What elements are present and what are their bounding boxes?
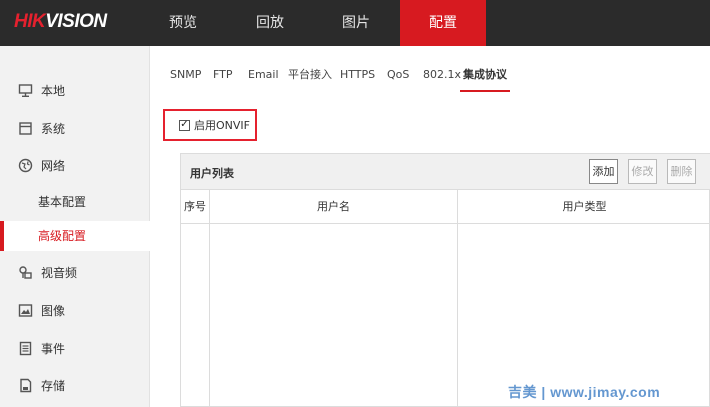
top-nav-bar: HIKVISION 预览 回放 图片 配置: [0, 0, 710, 46]
enable-onvif-checkbox[interactable]: ✓: [179, 119, 190, 131]
monitor-icon: [17, 82, 33, 98]
column-header-index: 序号: [181, 190, 210, 224]
user-list-header: 用户列表 添加 修改 删除: [181, 154, 710, 190]
sidebar-subitem-basic-config[interactable]: 基本配置: [0, 187, 150, 217]
user-list-title: 用户列表: [190, 167, 234, 180]
tab-email[interactable]: Email: [248, 58, 279, 92]
sidebar-item-label: 视音频: [41, 265, 78, 280]
storage-icon: [17, 377, 33, 393]
sidebar-item-label: 网络: [41, 158, 66, 173]
event-icon: [17, 340, 33, 356]
tab-ftp[interactable]: FTP: [213, 58, 233, 92]
column-divider: [209, 224, 210, 407]
nav-tab-preview[interactable]: 预览: [150, 0, 216, 46]
sidebar-item-event[interactable]: 事件: [0, 333, 150, 363]
sidebar-item-label: 事件: [41, 341, 66, 356]
site-watermark: 吉美 | www.jimay.com: [508, 384, 661, 400]
user-list-panel: 用户列表 添加 修改 删除 序号 用户名 用户类型: [180, 153, 710, 407]
sidebar-item-network[interactable]: 网络: [0, 150, 150, 180]
globe-icon: [17, 157, 33, 173]
network-advanced-tabs: SNMP FTP Email 平台接入 HTTPS QoS 802.1x 集成协…: [160, 58, 710, 92]
onvif-highlight-box: ✓ 启用ONVIF: [163, 109, 257, 141]
tab-platform-access[interactable]: 平台接入: [288, 58, 332, 92]
nav-tab-configuration[interactable]: 配置: [400, 0, 486, 46]
sidebar-item-label: 存储: [41, 378, 66, 393]
logo-part-red: HIK: [14, 11, 46, 32]
modify-user-button[interactable]: 修改: [628, 159, 657, 184]
sidebar-subitem-advanced-config[interactable]: 高级配置: [0, 221, 150, 251]
delete-user-button[interactable]: 删除: [667, 159, 696, 184]
tab-qos[interactable]: QoS: [387, 58, 409, 92]
tab-snmp[interactable]: SNMP: [170, 58, 201, 92]
sidebar-item-local[interactable]: 本地: [0, 75, 150, 105]
sidebar-item-storage[interactable]: 存储: [0, 370, 150, 400]
column-header-username: 用户名: [210, 190, 458, 224]
tab-8021x[interactable]: 802.1x: [423, 58, 461, 92]
nav-tab-picture[interactable]: 图片: [314, 0, 398, 46]
system-icon: [17, 120, 33, 136]
tab-https[interactable]: HTTPS: [340, 58, 375, 92]
check-mark-icon: ✓: [180, 119, 189, 130]
enable-onvif-label: 启用ONVIF: [194, 119, 250, 132]
sidebar-item-label: 图像: [41, 303, 66, 318]
hikvision-logo: HIKVISION: [14, 11, 107, 33]
config-sidebar: 本地 系统 网络 基本配置 高级配置 视音频 图像 事件 存储: [0, 46, 150, 407]
column-header-user-type: 用户类型: [458, 190, 710, 224]
sidebar-item-image[interactable]: 图像: [0, 295, 150, 325]
column-divider: [457, 224, 458, 407]
image-icon: [17, 302, 33, 318]
sidebar-item-label: 系统: [41, 121, 66, 136]
sidebar-item-system[interactable]: 系统: [0, 113, 150, 143]
logo-part-white: VISION: [45, 11, 107, 32]
sidebar-item-video-audio[interactable]: 视音频: [0, 257, 150, 287]
add-user-button[interactable]: 添加: [589, 159, 618, 184]
sidebar-item-label: 本地: [41, 83, 66, 98]
tab-integration-protocol[interactable]: 集成协议: [460, 58, 510, 92]
nav-tab-playback[interactable]: 回放: [228, 0, 312, 46]
audio-video-icon: [17, 264, 33, 280]
